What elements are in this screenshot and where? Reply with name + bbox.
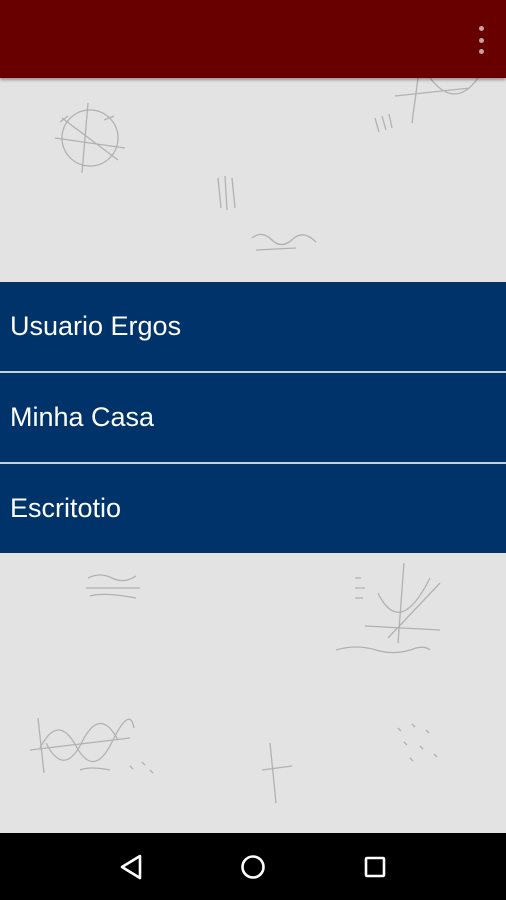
system-nav-bar <box>0 833 506 900</box>
app-bar <box>0 0 506 78</box>
overflow-menu-icon[interactable] <box>474 26 488 54</box>
list-item-minha-casa[interactable]: Minha Casa <box>0 373 506 462</box>
recents-icon[interactable] <box>355 847 395 887</box>
content-area: Usuario Ergos Minha Casa Escritotio <box>0 78 506 833</box>
list-item-escritotio[interactable]: Escritotio <box>0 464 506 553</box>
list-item-usuario-ergos[interactable]: Usuario Ergos <box>0 282 506 371</box>
app-screen: Usuario Ergos Minha Casa Escritotio <box>0 0 506 900</box>
menu-list: Usuario Ergos Minha Casa Escritotio <box>0 282 506 553</box>
home-icon[interactable] <box>233 847 273 887</box>
back-icon[interactable] <box>111 847 151 887</box>
